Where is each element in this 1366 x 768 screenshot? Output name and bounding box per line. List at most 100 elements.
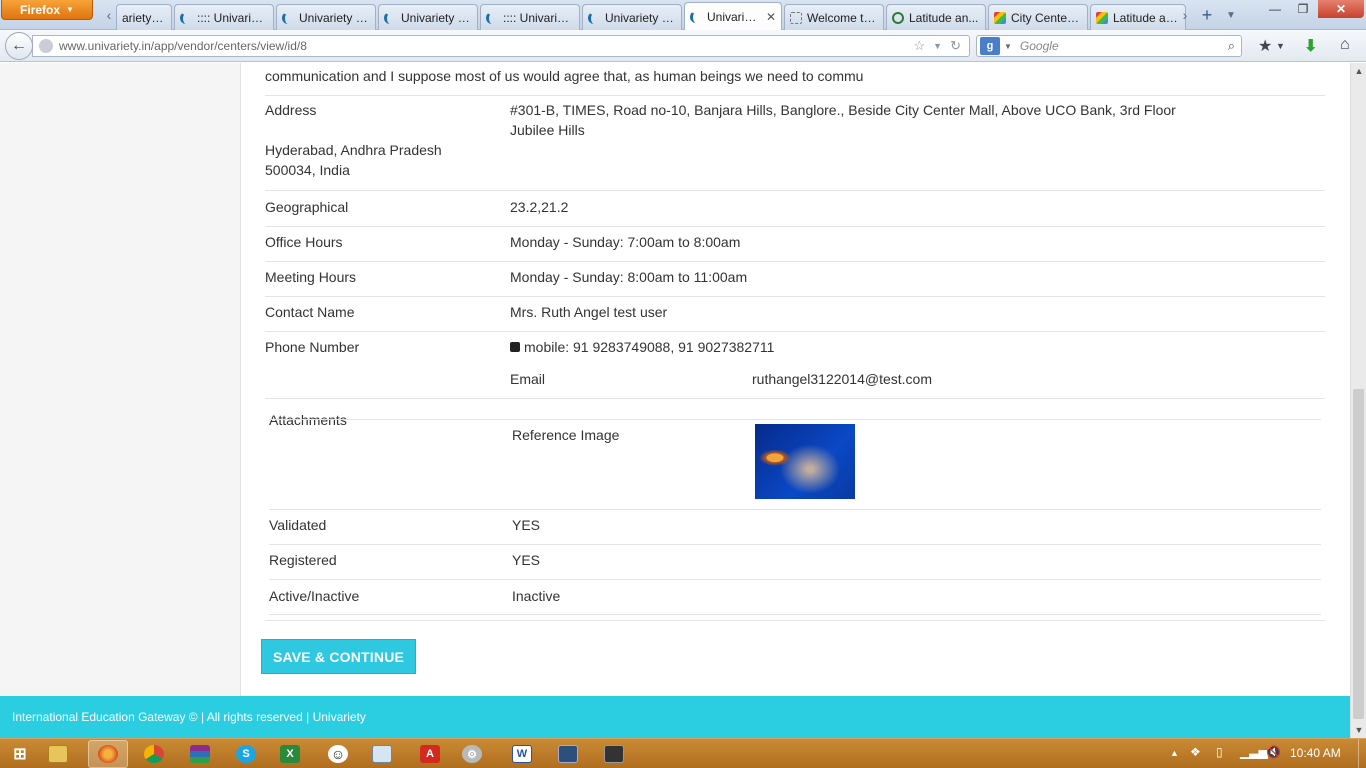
tab-strip: ariety - ... :::: Univariet... Univariet…	[116, 2, 1188, 30]
pdf-icon: A	[420, 745, 440, 763]
firefox-logo-icon	[98, 745, 118, 763]
scroll-up-icon[interactable]: ▲	[1351, 63, 1366, 79]
window-app-icon[interactable]	[362, 740, 402, 768]
show-desktop-button[interactable]	[1358, 739, 1366, 768]
tab-title: City Center ...	[1011, 10, 1082, 25]
system-clock[interactable]: 10:40 AM	[1290, 746, 1341, 760]
media-app-icon[interactable]	[594, 740, 634, 768]
address-bar[interactable]: www.univariety.in/app/vendor/centers/vie…	[32, 35, 970, 57]
chrome-icon[interactable]	[134, 740, 174, 768]
page-scrollbar[interactable]: ▲ ▼	[1350, 63, 1366, 738]
search-placeholder: Google	[1019, 39, 1059, 53]
smiley-face-icon: ☺	[328, 745, 348, 763]
word-icon[interactable]: W	[502, 740, 542, 768]
univariety-icon	[180, 11, 192, 24]
tab-title: Latitude an...	[909, 10, 979, 25]
usb-device-icon[interactable]: ▯	[1216, 745, 1223, 759]
scrollbar-thumb[interactable]	[1353, 389, 1364, 719]
google-search-engine-icon[interactable]: g	[980, 37, 1000, 55]
site-identity-icon[interactable]	[39, 39, 53, 53]
description-text: communication and I suppose most of us w…	[265, 68, 864, 84]
adobe-reader-icon[interactable]: A	[410, 740, 450, 768]
footer-text: International Education Gateway © | All …	[12, 710, 366, 724]
save-and-continue-button[interactable]: SAVE & CONTINUE	[261, 639, 416, 674]
tools-icon[interactable]: ⚙	[452, 740, 492, 768]
geographical-label: Geographical	[265, 199, 349, 215]
scroll-tabs-right-icon[interactable]: ›	[1176, 4, 1194, 26]
active-inactive-label: Active/Inactive	[269, 588, 360, 604]
back-button[interactable]: ←	[5, 32, 33, 60]
history-dropdown-icon[interactable]: ▼	[933, 41, 942, 51]
phone-number-text: mobile: 91 9283749088, 91 9027382711	[524, 339, 775, 355]
address-city-block: Hyderabad, Andhra Pradesh 500034, India	[265, 140, 442, 180]
windows-start-icon[interactable]: ⊞	[0, 740, 40, 768]
browser-tab[interactable]: :::: Univariet...	[174, 4, 274, 30]
restore-icon[interactable]: ❐	[1290, 0, 1316, 18]
attachments-header-row: Attachments	[265, 398, 1325, 428]
section-divider	[265, 620, 1325, 621]
back-arrow-icon: ←	[11, 37, 27, 54]
media-icon	[604, 745, 624, 763]
browser-tab[interactable]: :::: Univariet...	[480, 4, 580, 30]
download-icon[interactable]: ⬇	[1304, 36, 1317, 56]
show-hidden-icons-icon[interactable]: ▲	[1170, 748, 1179, 758]
address-city-state: Hyderabad, Andhra Pradesh	[265, 142, 442, 158]
skype-icon[interactable]: S	[226, 740, 266, 768]
search-engine-dropdown-icon[interactable]: ▼	[1004, 42, 1012, 51]
volume-muted-icon[interactable]: 🔇	[1266, 745, 1281, 759]
meeting-hours-value: Monday - Sunday: 8:00am to 11:00am	[510, 269, 748, 285]
file-explorer-icon[interactable]	[38, 740, 78, 768]
reload-icon[interactable]: ↻	[950, 38, 961, 54]
attachment-row: Reference Image	[269, 419, 1321, 509]
phone-number-label: Phone Number	[265, 339, 360, 355]
geographical-value: 23.2,21.2	[510, 199, 569, 215]
office-hours-label: Office Hours	[265, 234, 343, 250]
signal-strength-icon[interactable]: ▁▃▅	[1240, 745, 1268, 759]
new-tab-icon[interactable]: +	[1198, 4, 1216, 26]
firefox-icon[interactable]	[88, 740, 128, 768]
firefox-menu-button[interactable]: Firefox ▼	[1, 0, 93, 20]
browser-nav-bar: www.univariety.in/app/vendor/centers/vie…	[0, 30, 1366, 62]
browser-tab[interactable]: Latitude an...	[886, 4, 986, 30]
search-box[interactable]: g ▼ Google ⌕	[976, 35, 1242, 57]
browser-tab[interactable]: City Center ...	[988, 4, 1088, 30]
browser-tab[interactable]: Univariety ::...	[582, 4, 682, 30]
scroll-down-icon[interactable]: ▼	[1351, 722, 1366, 738]
archive-icon	[190, 745, 210, 763]
bookmark-star-icon[interactable]: ☆	[914, 38, 926, 54]
browser-tab[interactable]: Latitude an...	[1090, 4, 1186, 30]
browser-tab[interactable]: Welcome to...	[784, 4, 884, 30]
network-sharing-icon[interactable]: ❖	[1190, 745, 1201, 759]
registered-value: YES	[512, 552, 541, 568]
chrome-logo-icon	[144, 745, 164, 763]
minimize-icon[interactable]: —	[1262, 0, 1288, 18]
dotted-page-icon	[790, 11, 802, 24]
url-text: www.univariety.in/app/vendor/centers/vie…	[59, 39, 307, 53]
browser-tab[interactable]: Univariety - ...	[276, 4, 376, 30]
home-icon[interactable]: ⌂	[1340, 36, 1350, 54]
search-icon[interactable]: ⌕	[1228, 38, 1235, 54]
univariety-icon	[690, 10, 702, 23]
list-tabs-icon[interactable]: ▼	[1222, 4, 1240, 26]
excel-icon[interactable]: X	[270, 740, 310, 768]
univariety-icon	[384, 11, 396, 24]
monitor-app-icon[interactable]	[548, 740, 588, 768]
jellyfish-image[interactable]	[755, 424, 855, 499]
browser-tab[interactable]: ariety - ...	[116, 4, 172, 30]
monitor-icon	[558, 745, 578, 763]
window-icon	[372, 745, 392, 763]
address-line-2: Jubilee Hills	[510, 122, 585, 138]
winrar-icon[interactable]	[180, 740, 220, 768]
bookmarks-icon[interactable]: ★	[1258, 36, 1272, 56]
browser-tab[interactable]: Univariety ::...	[378, 4, 478, 30]
contact-name-row: Contact Name Mrs. Ruth Angel test user	[265, 296, 1325, 331]
close-tab-icon[interactable]: ✕	[766, 10, 776, 24]
email-label: Email	[510, 371, 546, 387]
address-value: #301-B, TIMES, Road no-10, Banjara Hills…	[510, 100, 1176, 140]
contact-name-value: Mrs. Ruth Angel test user	[510, 304, 668, 320]
bookmarks-dropdown-icon[interactable]: ▼	[1276, 41, 1285, 51]
gear-icon: ⚙	[462, 745, 482, 763]
close-window-icon[interactable]: ✕	[1318, 0, 1364, 18]
smiley-icon[interactable]: ☺	[318, 740, 358, 768]
browser-tab-active[interactable]: Univariet... ✕	[684, 2, 782, 30]
